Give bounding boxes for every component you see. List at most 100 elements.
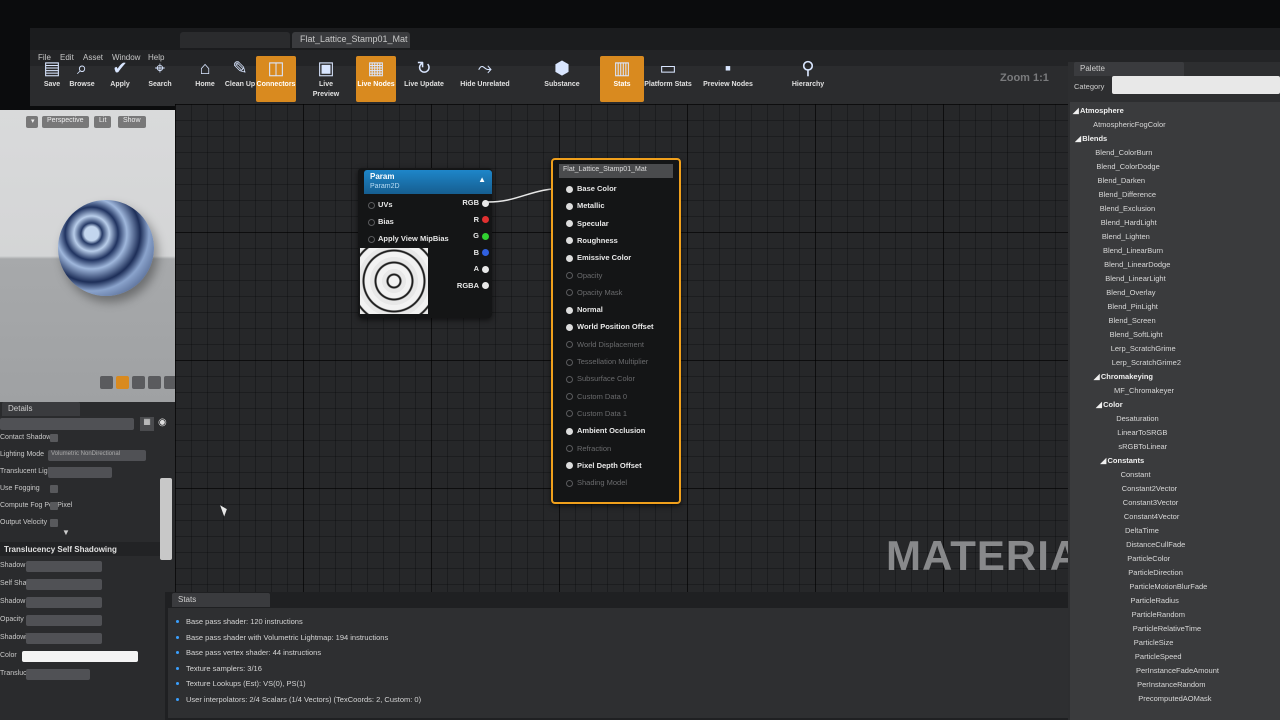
palette-item[interactable]: Blend_HardLight bbox=[1101, 218, 1157, 227]
material-pin-pixel-depth-offset[interactable]: Pixel Depth Offset bbox=[566, 461, 642, 470]
palette-item[interactable]: PerInstanceRandom bbox=[1137, 680, 1205, 689]
palette-item[interactable]: Blend_PinLight bbox=[1107, 302, 1157, 311]
expand-arrow-icon[interactable]: ◢ bbox=[1101, 456, 1107, 465]
palette-item[interactable]: ParticleColor bbox=[1127, 554, 1170, 563]
palette-item[interactable]: Constant bbox=[1121, 470, 1151, 479]
info-bullet-icon bbox=[176, 697, 179, 701]
material-pin-custom-data-1[interactable]: Custom Data 1 bbox=[566, 409, 627, 418]
material-pin-opacity-mask[interactable]: Opacity Mask bbox=[566, 288, 622, 297]
pin-label: Roughness bbox=[577, 235, 618, 245]
palette-item[interactable]: Lerp_ScratchGrime bbox=[1111, 344, 1176, 353]
expand-arrow-icon[interactable]: ◢ bbox=[1094, 372, 1100, 381]
stats-tab[interactable]: Stats bbox=[172, 593, 270, 607]
palette-item[interactable]: Blend_Overlay bbox=[1106, 288, 1155, 297]
palette-item[interactable]: PerInstanceFadeAmount bbox=[1136, 666, 1219, 675]
palette-item[interactable]: AtmosphericFogColor bbox=[1093, 120, 1166, 129]
palette-item[interactable]: Blend_LinearBurn bbox=[1103, 246, 1163, 255]
material-pin-specular[interactable]: Specular bbox=[566, 219, 609, 228]
stat-line: Base pass vertex shader: 44 instructions bbox=[186, 648, 322, 657]
expand-arrow-icon[interactable]: ◢ bbox=[1096, 400, 1102, 409]
palette-item[interactable]: Blend_LinearDodge bbox=[1104, 260, 1170, 269]
palette-item[interactable]: Blend_Darken bbox=[1098, 176, 1146, 185]
pin-icon bbox=[566, 427, 573, 435]
pin-label: Specular bbox=[577, 218, 609, 228]
category-select[interactable] bbox=[1112, 76, 1280, 94]
palette-category[interactable]: Constants bbox=[1108, 456, 1145, 465]
palette-item[interactable]: PrecomputedAOMask bbox=[1138, 694, 1211, 703]
pin-icon bbox=[566, 445, 573, 453]
pin-icon bbox=[566, 341, 573, 349]
pin-icon bbox=[566, 479, 573, 487]
palette-tab[interactable]: Palette bbox=[1074, 62, 1184, 76]
palette-item[interactable]: LinearToSRGB bbox=[1117, 428, 1167, 437]
palette-item[interactable]: ParticleRadius bbox=[1131, 596, 1179, 605]
pin-icon bbox=[566, 272, 573, 280]
pin-label: Metallic bbox=[577, 201, 605, 211]
material-pin-base-color[interactable]: Base Color bbox=[566, 184, 617, 193]
pin-label: World Position Offset bbox=[577, 322, 654, 332]
palette-item[interactable]: Constant2Vector bbox=[1122, 484, 1177, 493]
material-pin-tessellation-multiplier[interactable]: Tessellation Multiplier bbox=[566, 357, 648, 366]
stat-line: Texture samplers: 3/16 bbox=[186, 663, 262, 673]
material-pin-refraction[interactable]: Refraction bbox=[566, 444, 611, 453]
material-pin-emissive-color[interactable]: Emissive Color bbox=[566, 253, 631, 262]
palette-item[interactable]: Blend_SoftLight bbox=[1110, 330, 1163, 339]
pin-label: Custom Data 0 bbox=[577, 391, 628, 401]
palette-item[interactable]: ParticleSpeed bbox=[1135, 652, 1182, 661]
palette-category[interactable]: Color bbox=[1103, 400, 1123, 409]
palette-item[interactable]: ParticleMotionBlurFade bbox=[1129, 582, 1207, 591]
info-bullet-icon bbox=[176, 635, 179, 639]
pin-label: Shading Model bbox=[577, 478, 628, 488]
palette-item[interactable]: sRGBToLinear bbox=[1118, 442, 1167, 451]
stat-line: Texture Lookups (Est): VS(0), PS(1) bbox=[186, 679, 306, 688]
palette-item[interactable]: Constant4Vector bbox=[1124, 512, 1179, 521]
palette-item[interactable]: MF_Chromakeyer bbox=[1114, 386, 1174, 395]
palette-item[interactable]: Desaturation bbox=[1116, 414, 1159, 423]
pin-icon bbox=[566, 254, 573, 262]
palette-category[interactable]: Atmosphere bbox=[1080, 106, 1124, 115]
material-pin-subsurface-color[interactable]: Subsurface Color bbox=[566, 374, 635, 383]
info-bullet-icon bbox=[176, 666, 179, 670]
pin-label: Emissive Color bbox=[577, 253, 632, 263]
pin-icon bbox=[566, 185, 573, 193]
palette-category[interactable]: Blends bbox=[1082, 134, 1107, 143]
pin-label: Base Color bbox=[577, 184, 617, 193]
info-bullet-icon bbox=[176, 651, 179, 654]
palette-item[interactable]: DistanceCullFade bbox=[1126, 540, 1185, 549]
pin-icon bbox=[566, 202, 573, 210]
palette-item[interactable]: Lerp_ScratchGrime2 bbox=[1112, 358, 1181, 367]
palette-item[interactable]: ParticleSize bbox=[1134, 638, 1174, 647]
pin-label: Normal bbox=[577, 305, 603, 315]
material-pin-opacity[interactable]: Opacity bbox=[566, 271, 602, 280]
palette-item[interactable]: Blend_Screen bbox=[1109, 316, 1156, 325]
material-pin-shading-model[interactable]: Shading Model bbox=[566, 478, 627, 487]
stat-line: Base pass shader: 120 instructions bbox=[186, 617, 303, 626]
material-pin-metallic[interactable]: Metallic bbox=[566, 201, 605, 210]
palette-item[interactable]: Blend_ColorDodge bbox=[1096, 162, 1159, 171]
palette-item[interactable]: Blend_LinearLight bbox=[1105, 274, 1165, 283]
expand-arrow-icon[interactable]: ◢ bbox=[1075, 134, 1081, 143]
pin-label: World Displacement bbox=[577, 339, 644, 349]
palette-item[interactable]: ParticleRandom bbox=[1132, 610, 1185, 619]
material-pin-world-position-offset[interactable]: World Position Offset bbox=[566, 322, 654, 331]
pin-label: Refraction bbox=[577, 443, 612, 453]
material-pin-custom-data-0[interactable]: Custom Data 0 bbox=[566, 392, 627, 401]
palette-item[interactable]: Blend_Lighten bbox=[1102, 232, 1150, 241]
material-pin-normal[interactable]: Normal bbox=[566, 305, 603, 314]
pin-icon bbox=[566, 323, 573, 331]
palette-item[interactable]: ParticleDirection bbox=[1128, 568, 1183, 577]
palette-item[interactable]: Blend_ColorBurn bbox=[1095, 148, 1152, 157]
palette-category[interactable]: Chromakeying bbox=[1101, 372, 1153, 381]
material-pin-roughness[interactable]: Roughness bbox=[566, 236, 618, 245]
pin-label: Ambient Occlusion bbox=[577, 426, 646, 436]
palette-item[interactable]: DeltaTime bbox=[1125, 526, 1159, 535]
info-bullet-icon bbox=[176, 682, 179, 685]
palette-item[interactable]: Blend_Difference bbox=[1099, 190, 1156, 199]
expand-arrow-icon[interactable]: ◢ bbox=[1073, 106, 1079, 115]
palette-item[interactable]: Blend_Exclusion bbox=[1100, 204, 1155, 213]
material-pin-world-displacement[interactable]: World Displacement bbox=[566, 340, 644, 349]
material-pin-ambient-occlusion[interactable]: Ambient Occlusion bbox=[566, 426, 645, 435]
palette-item[interactable]: ParticleRelativeTime bbox=[1133, 624, 1202, 633]
palette-item[interactable]: Constant3Vector bbox=[1123, 498, 1178, 507]
pin-label: Opacity bbox=[577, 270, 603, 280]
